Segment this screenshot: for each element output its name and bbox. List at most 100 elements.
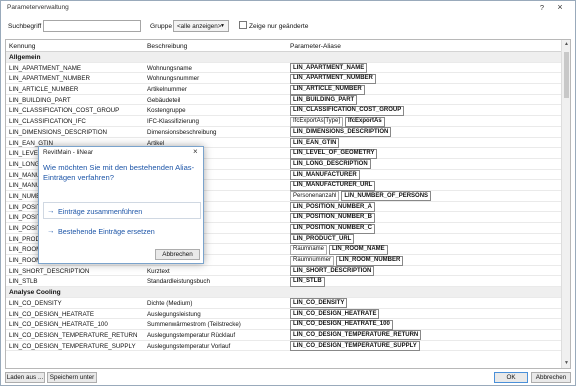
alias-tag[interactable]: LIN_EAN_GTIN [290, 138, 340, 148]
alias-list[interactable]: Personenanzahl LIN_NUMBER_OF_PERSONS [290, 191, 433, 202]
table-row[interactable]: LIN_STLB Standardleistungsbuch LIN_STLB [6, 276, 562, 288]
table-row[interactable]: LIN_APARTMENT_NUMBER Wohnungsnummer LIN_AP… [6, 73, 562, 85]
alias-list[interactable]: LIN_MANUFACTURER_URL [290, 180, 377, 191]
scroll-thumb[interactable] [564, 52, 569, 98]
alias-list[interactable]: Raumnummer LIN_ROOM_NUMBER [290, 255, 405, 266]
alias-list[interactable]: LIN_DIMENSIONS_DESCRIPTION [290, 127, 393, 138]
table-row[interactable]: LIN_CLASSIFICATION_COST_GROUP Kostengrupp… [6, 105, 562, 117]
alias-tag[interactable]: LIN_LEVEL_OF_GEOMETRY [290, 148, 378, 159]
load-button[interactable]: Laden aus ... [5, 372, 45, 383]
replace-entries-option[interactable]: → Bestehende Einträge ersetzen [43, 222, 201, 239]
alias-list[interactable]: LIN_STLB [290, 276, 327, 287]
alias-list[interactable]: LIN_POSITION_NUMBER_C [290, 223, 377, 234]
alias-tag[interactable]: IfcExportAs [345, 116, 385, 127]
group-row[interactable]: Analyse Cooling [6, 287, 562, 298]
save-as-button[interactable]: Speichern unter ... [47, 372, 97, 386]
close-icon[interactable]: × [554, 2, 566, 12]
alias-tag[interactable]: LIN_APARTMENT_NAME [290, 63, 368, 74]
alias-tag[interactable]: LIN_POSITION_NUMBER_C [290, 223, 376, 234]
scroll-down-icon[interactable]: ▼ [563, 360, 570, 367]
dialog-cancel-button[interactable]: Abbrechen [155, 249, 200, 260]
column-header-id[interactable]: Kennung [9, 43, 35, 50]
alias-tag[interactable]: LIN_MANUFACTURER_URL [290, 180, 376, 191]
alias-tag[interactable]: LIN_ROOM_NUMBER [336, 255, 404, 266]
vertical-scrollbar[interactable]: ▲ ▼ [561, 40, 570, 368]
alias-tag[interactable]: LIN_MANUFACTURER [290, 170, 360, 181]
scroll-up-icon[interactable]: ▲ [563, 41, 570, 48]
alias-list[interactable]: LIN_ARTICLE_NUMBER [290, 84, 367, 95]
alias-tag[interactable]: LIN_NUMBER_OF_PERSONS [341, 191, 432, 202]
alias-list[interactable]: LIN_PRODUCT_URL [290, 234, 356, 245]
parameter-description: IFC-Klassifizierung [147, 118, 199, 126]
help-icon[interactable]: ? [537, 3, 547, 12]
column-header-aliases[interactable]: Parameter-Aliase [290, 43, 341, 50]
alias-tag[interactable]: IfcExportAs[Type] [290, 116, 344, 127]
group-select[interactable]: <alle anzeigen> ▼ [173, 20, 229, 32]
cancel-button[interactable]: Abbrechen [531, 372, 571, 383]
ok-button[interactable]: OK [494, 372, 528, 383]
alias-list[interactable]: LIN_SHORT_DESCRIPTION [290, 266, 376, 277]
table-row[interactable]: LIN_CO_DENSITY Dichte (Medium) LIN_CO_DENS… [6, 298, 562, 309]
alias-list[interactable]: LIN_BUILDING_PART [290, 95, 359, 106]
alias-list[interactable]: LIN_CO_DESIGN_HEATRATE_100 [290, 319, 395, 330]
alias-list[interactable]: LIN_CO_DESIGN_HEATRATE [290, 309, 381, 319]
table-row[interactable]: LIN_CO_DESIGN_TEMPERATURE_RETURN Auslegun… [6, 330, 562, 341]
table-row[interactable]: LIN_BUILDING_PART Gebäudeteil LIN_BUILDING… [6, 95, 562, 106]
alias-tag[interactable]: LIN_SHORT_DESCRIPTION [290, 266, 375, 277]
table-row[interactable]: LIN_ARTICLE_NUMBER Artikelnummer LIN_ARTIC… [6, 84, 562, 95]
alias-tag[interactable]: LIN_CO_DENSITY [290, 298, 348, 309]
alias-tag[interactable]: LIN_CO_DESIGN_TEMPERATURE_RETURN [290, 330, 422, 341]
alias-list[interactable]: LIN_EAN_GTIN [290, 138, 341, 148]
table-row[interactable]: LIN_CO_DESIGN_TEMPERATURE_SUPPLY Auslegun… [6, 341, 562, 352]
alias-list[interactable]: LIN_CO_DESIGN_TEMPERATURE_SUPPLY [290, 341, 422, 352]
alias-tag[interactable]: LIN_POSITION_NUMBER_B [290, 212, 376, 223]
alias-tag[interactable]: LIN_CO_DESIGN_TEMPERATURE_SUPPLY [290, 341, 420, 352]
dialog-close-icon[interactable]: × [193, 147, 198, 156]
replace-entries-label: Bestehende Einträge ersetzen [58, 227, 155, 236]
table-row[interactable]: LIN_CO_DESIGN_HEATRATE_100 Summenwärmestr… [6, 319, 562, 330]
alias-tag[interactable]: Personenanzahl [290, 191, 340, 202]
alias-list[interactable]: IfcExportAs[Type] IfcExportAs [290, 116, 387, 127]
group-row[interactable]: Allgemein [6, 52, 562, 63]
alias-tag[interactable]: LIN_CO_DESIGN_HEATRATE_100 [290, 319, 393, 330]
alias-tag[interactable]: LIN_APARTMENT_NUMBER [290, 73, 376, 84]
alias-list[interactable]: LIN_POSITION_NUMBER_A [290, 202, 377, 213]
table-row[interactable]: LIN_SHORT_DESCRIPTION Kurztext LIN_SHORT_D… [6, 266, 562, 277]
table-row[interactable]: LIN_CO_DESIGN_HEATRATE Auslegungsleistung… [6, 309, 562, 320]
alias-list[interactable]: LIN_CO_DENSITY [290, 298, 349, 309]
parameter-description: Auslegungsleistung [147, 310, 201, 318]
alias-tag[interactable]: LIN_CO_DESIGN_HEATRATE [290, 309, 380, 319]
alias-tag[interactable]: LIN_ROOM_NAME [329, 244, 388, 255]
alias-tag[interactable]: Raumname [290, 244, 328, 255]
alias-list[interactable]: LIN_APARTMENT_NAME [290, 63, 369, 74]
search-input[interactable] [43, 20, 141, 32]
alias-list[interactable]: LIN_CO_DESIGN_TEMPERATURE_RETURN [290, 330, 423, 341]
alias-tag[interactable]: LIN_POSITION_NUMBER_A [290, 202, 376, 213]
table-row[interactable]: LIN_DIMENSIONS_DESCRIPTION Dimensionsbesc… [6, 127, 562, 138]
table-row[interactable]: LIN_APARTMENT_NAME Wohnungsname LIN_APARTM… [6, 63, 562, 74]
alias-tag[interactable]: Raumnummer [290, 255, 335, 266]
alias-list[interactable]: LIN_LEVEL_OF_GEOMETRY [290, 148, 379, 159]
alias-tag[interactable]: LIN_LONG_DESCRIPTION [290, 159, 371, 170]
parameter-id: LIN_MANU [9, 171, 41, 179]
parameter-id: LIN_STLB [9, 278, 38, 286]
alias-tag[interactable]: LIN_ARTICLE_NUMBER [290, 84, 365, 95]
alias-tag[interactable]: LIN_BUILDING_PART [290, 95, 358, 106]
table-row[interactable]: LIN_CLASSIFICATION_IFC IFC-Klassifizierun… [6, 116, 562, 127]
alias-tag[interactable]: LIN_STLB [290, 276, 325, 287]
alias-list[interactable]: LIN_CLASSIFICATION_COST_GROUP [290, 105, 406, 116]
alias-list[interactable]: LIN_MANUFACTURER [290, 170, 362, 181]
parameter-description: Gebäudeteil [147, 96, 181, 104]
alias-tag[interactable]: LIN_CLASSIFICATION_COST_GROUP [290, 105, 405, 116]
merge-entries-option[interactable]: → Einträge zusammenführen [43, 202, 201, 219]
alias-tag[interactable]: LIN_DIMENSIONS_DESCRIPTION [290, 127, 392, 138]
alias-list[interactable]: LIN_APARTMENT_NUMBER [290, 73, 378, 84]
parameter-id: LIN_BUILDING_PART [9, 96, 71, 104]
alias-tag[interactable]: LIN_PRODUCT_URL [290, 234, 355, 245]
parameter-id: LIN_ARTICLE_NUMBER [9, 86, 79, 94]
column-header-description[interactable]: Beschreibung [147, 43, 187, 50]
alias-list[interactable]: Raumname LIN_ROOM_NAME [290, 244, 390, 255]
alias-list[interactable]: LIN_LONG_DESCRIPTION [290, 159, 373, 170]
changed-only-checkbox[interactable] [239, 21, 247, 29]
alias-list[interactable]: LIN_POSITION_NUMBER_B [290, 212, 377, 223]
